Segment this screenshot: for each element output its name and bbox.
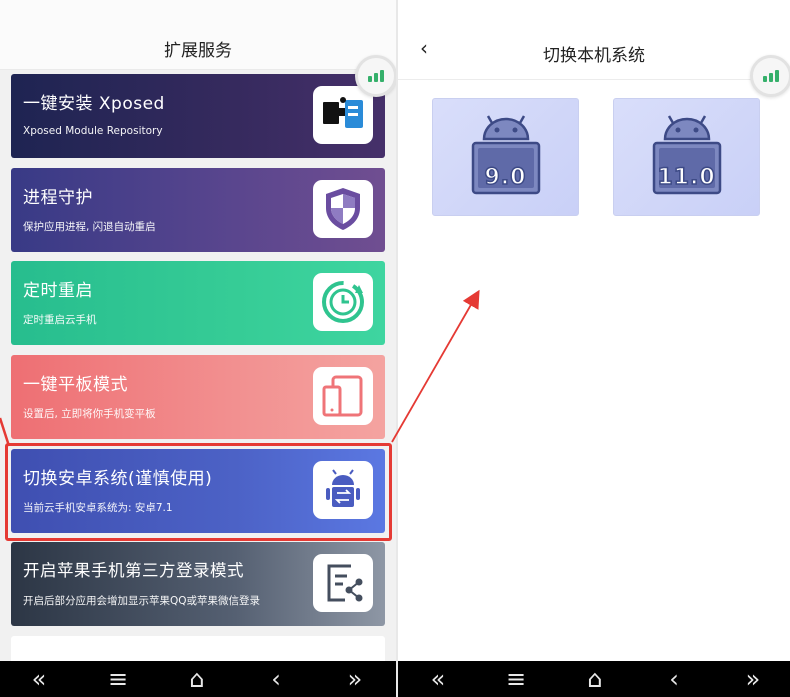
- extension-services-panel: 扩展服务 一键安装 Xposed Xposed Module Repositor…: [0, 0, 396, 697]
- android-version-tile-11[interactable]: 11.0: [613, 98, 760, 216]
- bottom-navbar: « ≡ ⌂ ‹ »: [398, 661, 790, 697]
- home-icon[interactable]: ⌂: [175, 661, 219, 697]
- card-subtitle: Xposed Module Repository: [23, 125, 163, 137]
- card-subtitle: 保护应用进程, 闪退自动重启: [23, 221, 156, 233]
- card-title: 一键平板模式: [23, 375, 128, 395]
- card-tablet-mode[interactable]: 一键平板模式 设置后, 立即将你手机变平板: [11, 355, 385, 439]
- double-right-icon[interactable]: »: [731, 661, 775, 697]
- shield-icon: [313, 180, 373, 238]
- share-doc-icon: [313, 554, 373, 612]
- card-apple-login-mode[interactable]: 开启苹果手机第三方登录模式 开启后部分应用会增加显示苹果QQ或苹果微信登录: [11, 542, 385, 626]
- double-right-icon[interactable]: »: [333, 661, 377, 697]
- back-icon[interactable]: ‹: [254, 661, 298, 697]
- menu-icon[interactable]: ≡: [96, 661, 140, 697]
- double-left-icon[interactable]: «: [17, 661, 61, 697]
- header: 扩展服务: [0, 0, 396, 70]
- tablet-phone-icon: [313, 367, 373, 425]
- switch-system-panel: ‹ 切换本机系统 9.0 11.0 « ≡ ⌂ ‹ »: [398, 0, 790, 697]
- page-title: 切换本机系统: [543, 46, 645, 66]
- highlight-box: [5, 443, 392, 541]
- version-label: 9.0: [484, 164, 527, 191]
- card-subtitle: 开启后部分应用会增加显示苹果QQ或苹果微信登录: [23, 595, 261, 607]
- page-title: 扩展服务: [164, 41, 232, 61]
- double-left-icon[interactable]: «: [416, 661, 460, 697]
- signal-icon[interactable]: [355, 55, 396, 97]
- card-process-guard[interactable]: 进程守护 保护应用进程, 闪退自动重启: [11, 168, 385, 252]
- clock-restart-icon: [313, 273, 373, 331]
- header: ‹ 切换本机系统: [398, 0, 790, 80]
- card-scheduled-restart[interactable]: 定时重启 定时重启云手机: [11, 261, 385, 345]
- signal-icon[interactable]: [750, 55, 790, 97]
- card-title: 定时重启: [23, 281, 93, 301]
- bottom-navbar: « ≡ ⌂ ‹ »: [0, 661, 396, 697]
- android-version-tile-9[interactable]: 9.0: [432, 98, 579, 216]
- menu-icon[interactable]: ≡: [494, 661, 538, 697]
- back-icon[interactable]: ‹: [652, 661, 696, 697]
- card-subtitle: 设置后, 立即将你手机变平板: [23, 408, 156, 420]
- version-label: 11.0: [657, 164, 716, 191]
- card-title: 开启苹果手机第三方登录模式: [23, 561, 244, 580]
- card-install-xposed[interactable]: 一键安装 Xposed Xposed Module Repository: [11, 74, 385, 158]
- home-icon[interactable]: ⌂: [573, 661, 617, 697]
- card-title: 一键安装 Xposed: [23, 94, 165, 114]
- card-subtitle: 定时重启云手机: [23, 314, 97, 326]
- puzzle-icon: [313, 86, 373, 144]
- card-title: 进程守护: [23, 188, 93, 208]
